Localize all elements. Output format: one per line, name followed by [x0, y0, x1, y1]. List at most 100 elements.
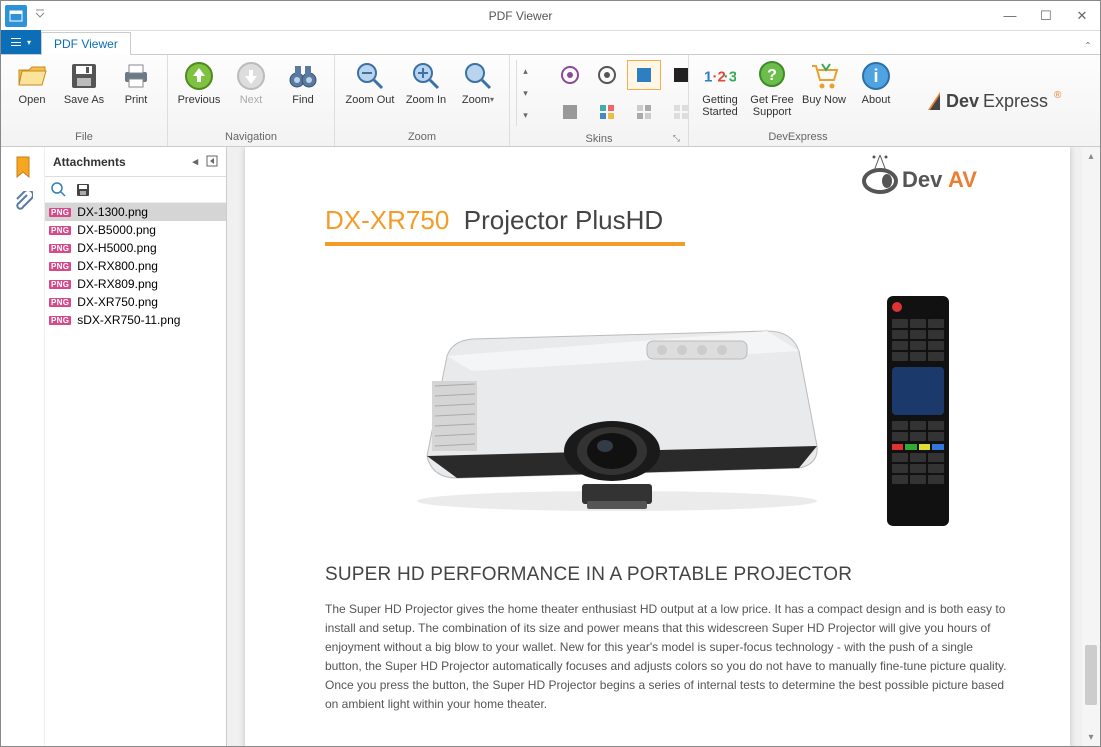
skin-option[interactable] — [590, 97, 624, 127]
png-badge-icon: PNG — [49, 226, 71, 235]
attachments-panel: Attachments ◂ PNG DX-1300.png PNG DX-B5000.… — [45, 147, 227, 746]
zoom-in-button[interactable]: Zoom In — [401, 58, 451, 129]
help-icon: ? — [756, 60, 788, 92]
attachment-item[interactable]: PNGDX-H5000.png — [45, 239, 226, 257]
open-button[interactable]: Open — [7, 58, 57, 129]
attachment-item[interactable]: PNG DX-1300.png — [45, 203, 226, 221]
panel-menu-button[interactable] — [206, 155, 218, 168]
attachment-filename: DX-1300.png — [77, 205, 148, 219]
png-badge-icon: PNG — [49, 298, 71, 307]
info-icon: i — [860, 60, 892, 92]
zoom-in-icon — [410, 60, 442, 92]
skin-option[interactable] — [553, 60, 587, 90]
svg-text:1: 1 — [704, 69, 712, 86]
folder-open-icon — [16, 60, 48, 92]
bookmarks-icon[interactable] — [11, 155, 35, 179]
about-button[interactable]: i About — [851, 58, 901, 129]
content-area: Attachments ◂ PNG DX-1300.png PNG DX-B5000.… — [1, 147, 1100, 746]
svg-text:i: i — [873, 66, 878, 86]
zoom-out-button[interactable]: Zoom Out — [341, 58, 399, 129]
window-title: PDF Viewer — [49, 9, 992, 23]
png-badge-icon: PNG — [49, 262, 71, 271]
save-as-button[interactable]: Save As — [59, 58, 109, 129]
attachments-header: Attachments ◂ — [45, 147, 226, 177]
open-attachment-button[interactable] — [51, 182, 67, 198]
skin-option-selected[interactable] — [627, 60, 661, 90]
save-attachment-button[interactable] — [75, 182, 91, 198]
find-button[interactable]: Find — [278, 58, 328, 129]
svg-text:®: ® — [1054, 90, 1062, 101]
next-button[interactable]: Next — [226, 58, 276, 129]
attachment-filename: DX-RX809.png — [77, 277, 158, 291]
buy-now-button[interactable]: Buy Now — [799, 58, 849, 129]
get-support-button[interactable]: ? Get Free Support — [747, 58, 797, 129]
svg-text:Dev: Dev — [902, 167, 943, 192]
close-button[interactable]: ✕ — [1064, 1, 1100, 31]
document-viewer[interactable]: Dev AV DX-XR750 Projector PlusHD — [227, 147, 1100, 746]
minimize-button[interactable]: — — [992, 1, 1028, 31]
group-zoom: Zoom Out Zoom In Zoom▾ Zoom — [335, 55, 510, 146]
gallery-down-button[interactable]: ▾ — [516, 82, 534, 104]
maximize-button[interactable]: ☐ — [1028, 1, 1064, 31]
skin-option[interactable] — [627, 97, 661, 127]
print-button[interactable]: Print — [111, 58, 161, 129]
attachment-item[interactable]: PNG DX-RX809.png — [45, 275, 226, 293]
svg-text:?: ? — [767, 67, 777, 84]
previous-button[interactable]: Previous — [174, 58, 224, 129]
cart-icon — [808, 60, 840, 92]
menu-icon — [11, 38, 21, 46]
qat-dropdown[interactable] — [35, 9, 49, 23]
zoom-button[interactable]: Zoom▾ — [453, 58, 503, 129]
file-menu-tab[interactable]: ▾ — [1, 30, 41, 54]
group-label-file: File — [7, 129, 161, 146]
app-icon — [5, 5, 27, 27]
scroll-thumb[interactable] — [1085, 645, 1097, 705]
tab-pdf-viewer[interactable]: PDF Viewer — [41, 32, 131, 55]
attachment-item[interactable]: PNG DX-B5000.png — [45, 221, 226, 239]
png-badge-icon: PNG — [49, 280, 71, 289]
title-underline — [325, 242, 685, 246]
print-icon — [120, 60, 152, 92]
attachment-filename: DX-RX800.png — [77, 259, 158, 273]
group-label-devexpress: DevExpress — [695, 129, 901, 146]
gallery-more-button[interactable]: ▾ — [516, 104, 534, 126]
ribbon-collapse-button[interactable]: ˆ — [1076, 40, 1100, 54]
tab-row: ▾ PDF Viewer ˆ — [1, 31, 1100, 55]
svg-text:Dev: Dev — [946, 91, 979, 111]
scroll-down-icon[interactable]: ▾ — [1082, 728, 1100, 746]
attachment-item[interactable]: PNGsDX-XR750-11.png — [45, 311, 226, 329]
attachments-icon[interactable] — [11, 189, 35, 213]
png-badge-icon: PNG — [49, 208, 71, 217]
devav-logo: Dev AV — [860, 153, 1010, 197]
side-icon-strip — [1, 147, 45, 746]
magnifier-icon — [462, 60, 494, 92]
zoom-out-icon — [354, 60, 386, 92]
png-badge-icon: PNG — [49, 244, 71, 253]
vertical-scrollbar[interactable]: ▴ ▾ — [1082, 147, 1100, 746]
scroll-track[interactable] — [1082, 165, 1100, 728]
attachment-filename: DX-B5000.png — [77, 223, 156, 237]
pdf-page: Dev AV DX-XR750 Projector PlusHD — [245, 147, 1070, 746]
dialog-launcher-icon[interactable]: ⤡ — [673, 133, 680, 144]
save-icon — [68, 60, 100, 92]
group-label-zoom: Zoom — [341, 129, 503, 146]
skins-gallery[interactable]: ▴ ▾ ▾ — [516, 58, 682, 131]
scroll-up-icon[interactable]: ▴ — [1082, 147, 1100, 165]
svg-text:Express: Express — [983, 91, 1048, 111]
gallery-up-button[interactable]: ▴ — [516, 60, 534, 82]
skin-option[interactable] — [553, 97, 587, 127]
panel-collapse-button[interactable]: ◂ — [192, 155, 198, 168]
ribbon: Open Save As Print File Previous Next — [1, 55, 1100, 147]
svg-text:AV: AV — [948, 167, 977, 192]
attachments-toolbar — [45, 177, 226, 203]
attachment-item[interactable]: PNG DX-RX800.png — [45, 257, 226, 275]
skin-option[interactable] — [590, 60, 624, 90]
group-label-navigation: Navigation — [174, 129, 328, 146]
arrow-up-icon — [183, 60, 215, 92]
group-label-skins: Skins⤡ — [516, 131, 682, 148]
attachment-filename: sDX-XR750-11.png — [77, 313, 180, 327]
attachments-list: PNG DX-1300.png PNG DX-B5000.png PNGDX-H5000… — [45, 203, 226, 746]
svg-text:·3: ·3 — [724, 69, 736, 86]
getting-started-button[interactable]: 1·2·3 Getting Started — [695, 58, 745, 129]
attachment-item[interactable]: PNGDX-XR750.png — [45, 293, 226, 311]
